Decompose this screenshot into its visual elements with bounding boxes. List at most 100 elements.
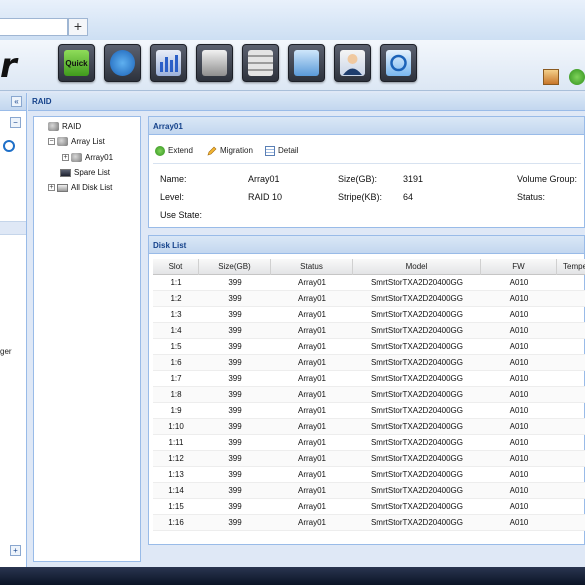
tree-node-array01[interactable]: + Array01: [62, 152, 113, 164]
table-row[interactable]: 1:4 399 Array01 SmrtStorTXA2D20400GG A010: [153, 323, 585, 339]
size-cell: 399: [228, 278, 242, 287]
status-cell: Array01: [297, 518, 326, 527]
model-cell: SmrtStorTXA2D20400GG: [370, 390, 464, 399]
slot-cell: 1:3: [170, 310, 182, 319]
extend-button[interactable]: Extend: [155, 145, 193, 157]
table-row[interactable]: 1:11 399 Array01 SmrtStorTXA2D20400GG A010: [153, 435, 585, 451]
slot-cell: 1:5: [170, 342, 182, 351]
volume-group-label: Volume Group:: [517, 174, 578, 184]
table-row[interactable]: 1:13 399 Array01 SmrtStorTXA2D20400GG A010: [153, 467, 585, 483]
size-value: 3191: [403, 174, 424, 184]
table-row[interactable]: 1:5 399 Array01 SmrtStorTXA2D20400GG A010: [153, 339, 585, 355]
fw-cell: A010: [509, 454, 529, 463]
slot-cell: 1:4: [170, 326, 182, 335]
quick-button[interactable]: Quick: [58, 44, 95, 82]
stripe-value: 64: [403, 192, 414, 202]
status-cell: Array01: [297, 390, 326, 399]
disk-button[interactable]: [196, 44, 233, 82]
status-cell: Array01: [297, 310, 326, 319]
model-cell: SmrtStorTXA2D20400GG: [370, 326, 464, 335]
expand-button[interactable]: +: [10, 545, 21, 556]
collapse-tree-button[interactable]: −: [10, 117, 21, 128]
divider: [153, 163, 581, 164]
table-row[interactable]: 1:3 399 Array01 SmrtStorTXA2D20400GG A010: [153, 307, 585, 323]
user-icon: [340, 50, 365, 76]
fw-cell: A010: [509, 406, 529, 415]
model-cell: SmrtStorTXA2D20400GG: [370, 294, 464, 303]
size-cell: 399: [228, 390, 242, 399]
add-icon: [155, 145, 165, 156]
extend-label: Extend: [168, 146, 193, 155]
column-header-status[interactable]: Status: [271, 259, 353, 275]
array-list-icon: [57, 137, 68, 147]
column-header-temperature[interactable]: Tempe: [557, 259, 585, 275]
user-button[interactable]: [334, 44, 371, 82]
hard-disk-icon: [202, 50, 227, 76]
status-cell: Array01: [297, 342, 326, 351]
info-button[interactable]: [104, 44, 141, 82]
migration-button[interactable]: Migration: [207, 145, 253, 157]
use-state-label: Use State:: [160, 210, 203, 220]
table-row[interactable]: 1:7 399 Array01 SmrtStorTXA2D20400GG A010: [153, 371, 585, 387]
table-row[interactable]: 1:2 399 Array01 SmrtStorTXA2D20400GG A010: [153, 291, 585, 307]
table-row[interactable]: 1:9 399 Array01 SmrtStorTXA2D20400GG A010: [153, 403, 585, 419]
model-cell: SmrtStorTXA2D20400GG: [370, 358, 464, 367]
nav-item-partial-text[interactable]: ger: [0, 347, 12, 356]
expand-icon[interactable]: +: [62, 154, 69, 162]
network-button[interactable]: [288, 44, 325, 82]
size-cell: 399: [228, 406, 242, 415]
performance-monitor-icon: [156, 50, 181, 76]
restore-button[interactable]: [380, 44, 417, 82]
storage-button[interactable]: [242, 44, 279, 82]
table-row[interactable]: 1:8 399 Array01 SmrtStorTXA2D20400GG A010: [153, 387, 585, 403]
tree-node-array-list[interactable]: − Array List: [48, 136, 105, 148]
slot-cell: 1:10: [168, 422, 184, 431]
collapse-icon[interactable]: −: [48, 138, 55, 146]
column-header-fw[interactable]: FW: [481, 259, 557, 275]
model-cell: SmrtStorTXA2D20400GG: [370, 518, 464, 527]
array-panel-title: Array01: [149, 117, 584, 135]
fw-cell: A010: [509, 422, 529, 431]
fw-cell: A010: [509, 294, 529, 303]
column-header-slot[interactable]: Slot: [153, 259, 199, 275]
stripe-label: Stripe(KB):: [338, 192, 383, 202]
table-row[interactable]: 1:15 399 Array01 SmrtStorTXA2D20400GG A010: [153, 499, 585, 515]
detail-label: Detail: [278, 146, 299, 155]
main-panel-title: RAID: [28, 93, 585, 111]
monitor-button[interactable]: [150, 44, 187, 82]
fw-cell: A010: [509, 374, 529, 383]
refresh-icon[interactable]: [3, 140, 15, 152]
size-cell: 399: [228, 438, 242, 447]
log-out-icon[interactable]: [543, 69, 559, 85]
table-row[interactable]: 1:12 399 Array01 SmrtStorTXA2D20400GG A010: [153, 451, 585, 467]
tree-node-raid[interactable]: RAID: [48, 121, 81, 133]
size-cell: 399: [228, 326, 242, 335]
column-header-model[interactable]: Model: [353, 259, 481, 275]
table-row[interactable]: 1:1 399 Array01 SmrtStorTXA2D20400GG A010: [153, 275, 585, 291]
table-row[interactable]: 1:6 399 Array01 SmrtStorTXA2D20400GG A010: [153, 355, 585, 371]
pencil-icon: [207, 146, 217, 156]
expand-icon[interactable]: +: [48, 184, 55, 192]
tree-node-all-disk-list[interactable]: + All Disk List: [48, 182, 112, 194]
table-row[interactable]: 1:10 399 Array01 SmrtStorTXA2D20400GG A010: [153, 419, 585, 435]
new-tab-button[interactable]: +: [68, 18, 88, 36]
selected-nav-item[interactable]: [0, 221, 26, 235]
taskbar: [0, 567, 585, 585]
table-row[interactable]: 1:16 399 Array01 SmrtStorTXA2D20400GG A010: [153, 515, 585, 531]
slot-cell: 1:9: [170, 406, 182, 415]
status-cell: Array01: [297, 406, 326, 415]
column-header-size[interactable]: Size(GB): [199, 259, 271, 275]
browser-tab-strip: +: [0, 0, 585, 40]
collapse-panel-button[interactable]: «: [11, 96, 22, 107]
detail-button[interactable]: Detail: [265, 145, 298, 157]
tree-node-spare-list[interactable]: Spare List: [60, 167, 110, 179]
slot-cell: 1:2: [170, 294, 182, 303]
status-cell: Array01: [297, 278, 326, 287]
table-row[interactable]: 1:14 399 Array01 SmrtStorTXA2D20400GG A010: [153, 483, 585, 499]
status-cell: Array01: [297, 326, 326, 335]
browser-tab[interactable]: [0, 18, 68, 36]
help-icon[interactable]: [569, 69, 585, 85]
name-value: Array01: [248, 174, 280, 184]
slot-cell: 1:12: [168, 454, 184, 463]
slot-cell: 1:16: [168, 518, 184, 527]
